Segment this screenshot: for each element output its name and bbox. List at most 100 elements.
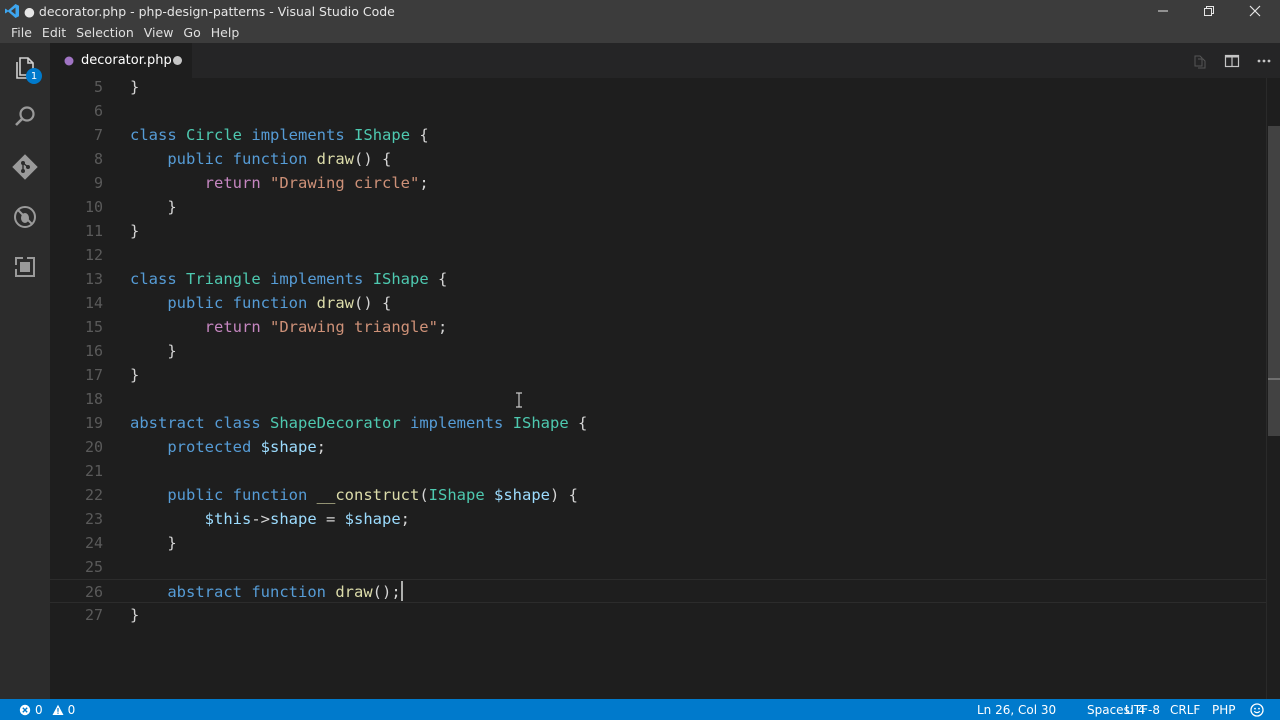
line-number: 27 [84,606,103,624]
code-text[interactable]: } [130,195,176,219]
line-number: 23 [84,510,103,528]
code-text[interactable]: } [130,339,176,363]
line-number: 12 [84,246,103,264]
text-cursor-icon [516,392,522,408]
error-icon [19,704,31,715]
language-mode[interactable]: PHP [1212,699,1236,720]
code-line[interactable]: 11} [50,219,1266,243]
restore-button[interactable] [1186,0,1232,22]
code-line[interactable]: 12 [50,243,1266,267]
code-text[interactable]: class Circle implements IShape { [130,123,429,147]
menu-go[interactable]: Go [178,25,205,40]
activity-extensions[interactable] [9,251,41,283]
code-line[interactable]: 26 abstract function draw(); [50,579,1266,603]
editor-scrollbar[interactable] [1266,78,1280,699]
line-number: 5 [93,78,103,96]
line-number: 26 [84,583,103,601]
line-number: 25 [84,558,103,576]
line-endings[interactable]: CRLF [1170,699,1200,720]
feedback-button[interactable] [1250,699,1264,720]
line-number: 9 [93,174,103,192]
code-text[interactable]: public function __construct(IShape $shap… [130,483,578,507]
restore-icon [1204,6,1214,16]
code-line[interactable]: 7 class Circle implements IShape { [50,123,1266,147]
menu-file[interactable]: File [6,25,37,40]
code-line[interactable]: 23 $this->shape = $shape; [50,507,1266,531]
line-number: 13 [84,270,103,288]
code-line[interactable]: 14 public function draw() { [50,291,1266,315]
code-text[interactable]: } [130,363,139,387]
code-line[interactable]: 16 } [50,339,1266,363]
minimize-button[interactable] [1140,0,1186,22]
menu-help[interactable]: Help [206,25,245,40]
line-number: 16 [84,342,103,360]
code-text[interactable]: abstract function draw(); [130,580,403,604]
open-changes-button[interactable] [1184,43,1216,78]
code-text[interactable]: public function draw() { [130,147,391,171]
code-line[interactable]: 25 [50,555,1266,579]
code-line[interactable]: 6 [50,99,1266,123]
line-number: 10 [84,198,103,216]
text-caret [400,581,403,601]
status-bar: 0 0 Ln 26, Col 30 Spaces: 4 UTF-8 CRLF P… [0,699,1280,720]
code-line[interactable]: 5} [50,78,1266,99]
cursor-position[interactable]: Ln 26, Col 30 [977,699,1056,720]
scrollbar-thumb[interactable] [1268,126,1280,436]
debug-icon [14,206,36,228]
code-line[interactable]: 24 } [50,531,1266,555]
code-text[interactable]: } [130,219,139,243]
split-editor-button[interactable] [1216,43,1248,78]
php-file-icon [64,56,74,65]
encoding[interactable]: UTF-8 [1125,699,1160,720]
line-number: 19 [84,414,103,432]
code-line[interactable]: 9 return "Drawing circle"; [50,171,1266,195]
line-number: 11 [84,222,103,240]
open-changes-icon [1194,55,1206,68]
warning-count: 0 [67,702,76,717]
problems-indicator[interactable]: 0 0 [19,699,75,720]
code-line[interactable]: 15 return "Drawing triangle"; [50,315,1266,339]
code-text[interactable]: abstract class ShapeDecorator implements… [130,411,587,435]
code-text[interactable]: $this->shape = $shape; [130,507,410,531]
code-line[interactable]: 18 [50,387,1266,411]
menu-selection[interactable]: Selection [71,25,139,40]
code-line[interactable]: 13 class Triangle implements IShape { [50,267,1266,291]
code-line[interactable]: 19 abstract class ShapeDecorator implemen… [50,411,1266,435]
line-number: 8 [93,150,103,168]
menu-bar: File Edit Selection View Go Help [0,22,1280,43]
activity-debug[interactable] [9,201,41,233]
code-editor[interactable]: 5} 6 7 class Circle implements IShape {8 pu… [50,78,1266,699]
menu-edit[interactable]: Edit [37,25,71,40]
code-line[interactable]: 10 } [50,195,1266,219]
vscode-logo-icon [5,4,19,18]
code-line[interactable]: 27} [50,603,1266,627]
more-actions-button[interactable] [1248,43,1280,78]
code-text[interactable]: } [130,531,176,555]
code-line[interactable]: 20 protected $shape; [50,435,1266,459]
code-text[interactable]: public function draw() { [130,291,391,315]
code-text[interactable]: } [130,78,139,99]
code-text[interactable]: } [130,603,139,627]
activity-source-control[interactable] [9,151,41,183]
code-text[interactable]: return "Drawing circle"; [130,171,429,195]
tab-label: decorator.php [81,53,172,68]
error-count: 0 [35,702,43,717]
close-button[interactable] [1232,0,1278,22]
line-number: 14 [84,294,103,312]
editor-tab-bar: decorator.php [50,43,1280,78]
line-number: 15 [84,318,103,336]
tab-decorator-php[interactable]: decorator.php [50,43,192,78]
menu-view[interactable]: View [139,25,179,40]
code-line[interactable]: 8 public function draw() { [50,147,1266,171]
code-line[interactable]: 22 public function __construct(IShape $s… [50,483,1266,507]
cursor-position-marker [1268,378,1280,380]
extensions-icon [14,256,35,277]
code-text[interactable]: class Triangle implements IShape { [130,267,447,291]
line-number: 6 [93,102,103,120]
code-text[interactable]: return "Drawing triangle"; [130,315,448,339]
code-line[interactable]: 21 [50,459,1266,483]
code-text[interactable]: protected $shape; [130,435,326,459]
unsaved-dot-icon[interactable] [173,56,182,65]
code-line[interactable]: 17} [50,363,1266,387]
activity-search[interactable] [9,101,41,133]
